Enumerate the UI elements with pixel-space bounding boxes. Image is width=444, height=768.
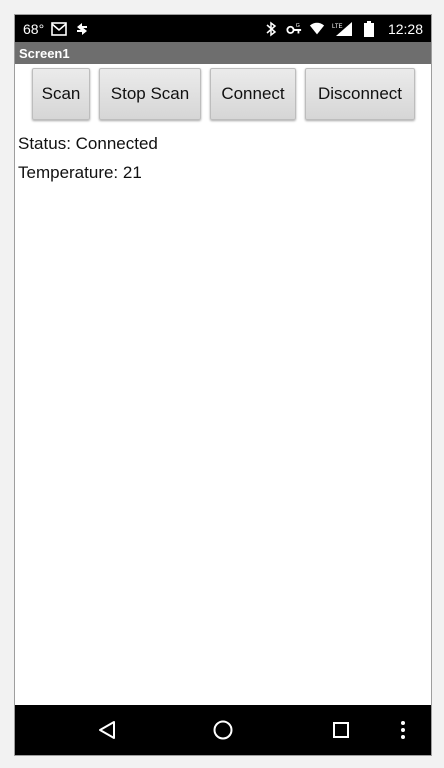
temperature-label: Temperature: 21	[18, 163, 142, 182]
vpn-key-icon: G	[286, 21, 302, 37]
network-type-label: LTE	[332, 24, 343, 30]
mail-icon	[51, 21, 67, 37]
bluetooth-icon	[263, 21, 279, 37]
overflow-menu-icon[interactable]	[391, 718, 415, 742]
disconnect-button[interactable]: Disconnect	[305, 68, 415, 120]
sync-icon	[74, 21, 90, 37]
wifi-icon	[309, 21, 325, 37]
status-bar: 68° G LTE 12:28	[15, 15, 431, 42]
battery-icon	[361, 20, 377, 37]
back-icon[interactable]	[95, 718, 119, 742]
recents-icon[interactable]	[329, 718, 353, 742]
screen-title: Screen1	[19, 45, 70, 61]
status-bar-left: 68°	[23, 21, 90, 37]
title-bar: Screen1	[15, 42, 431, 64]
home-icon[interactable]	[211, 718, 235, 742]
button-row: Scan Stop Scan Connect Disconnect	[15, 68, 431, 120]
main-content: Scan Stop Scan Connect Disconnect Status…	[15, 64, 431, 705]
scan-button[interactable]: Scan	[32, 68, 90, 120]
navigation-bar	[15, 705, 431, 755]
stop-scan-button[interactable]: Stop Scan	[99, 68, 201, 120]
svg-text:G: G	[296, 23, 300, 29]
connect-button[interactable]: Connect	[210, 68, 296, 120]
cellular-signal-icon: LTE	[332, 21, 354, 37]
device-screen: 68° G LTE 12:28 Screen1 Scan Stop Scan C…	[14, 14, 432, 756]
status-temperature: 68°	[23, 20, 45, 37]
phone-frame: 68° G LTE 12:28 Screen1 Scan Stop Scan C…	[0, 0, 444, 768]
status-bar-right: G LTE 12:28	[263, 20, 423, 37]
status-label: Status: Connected	[18, 134, 158, 153]
clock: 12:28	[387, 20, 423, 37]
